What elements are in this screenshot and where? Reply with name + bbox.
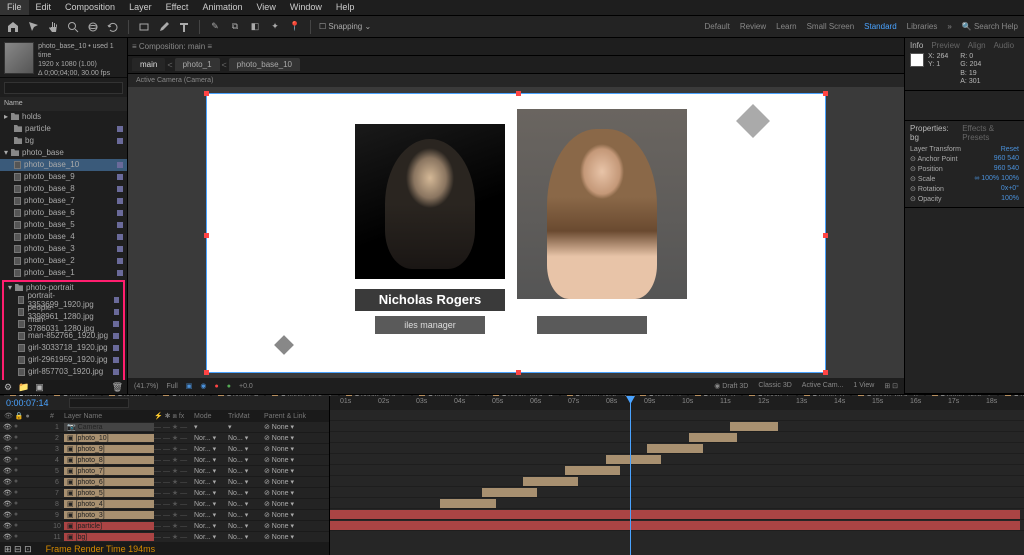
new-comp-icon[interactable]: ▣ [35, 382, 44, 393]
rect-tool-icon[interactable] [137, 20, 151, 34]
puppet-tool-icon[interactable]: 📍 [288, 20, 302, 34]
comp-tab-photobase10[interactable]: photo_base_10 [229, 58, 300, 71]
project-info: photo_base_10 • used 1 time 1920 x 1080 … [38, 42, 123, 73]
search-help[interactable]: 🔍 Search Help [962, 22, 1018, 31]
orbit-tool-icon[interactable] [86, 20, 100, 34]
workspace-learn[interactable]: Learn [776, 22, 796, 31]
camera-dropdown[interactable]: Active Cam... [802, 382, 844, 390]
eraser-tool-icon[interactable]: ◧ [248, 20, 262, 34]
rotate-tool-icon[interactable] [106, 20, 120, 34]
project-thumbnail [4, 42, 34, 74]
timeline-layer[interactable]: 👁●9▣ [photo_3]— — ★ —Nor... ▾No... ▾⊘ No… [0, 510, 329, 521]
effects-tab[interactable]: Effects & Presets [962, 124, 1019, 142]
timeline-layer[interactable]: 👁●11▣ [bg]— — ★ —Nor... ▾No... ▾⊘ None ▾ [0, 532, 329, 543]
toolbar: ✎ ⧉ ◧ ✦ 📍 ☐ Snapping ⌄ Default Review Le… [0, 16, 1024, 38]
composition-canvas[interactable]: Nicholas Rogers iles manager [206, 93, 826, 373]
project-settings-icon[interactable]: ⚙ [4, 382, 12, 393]
info-tab[interactable]: Info [910, 41, 923, 50]
photo-right[interactable] [517, 109, 687, 299]
right-panels: Info Preview Align Audio X: 264 Y: 1 R: … [904, 38, 1024, 394]
timeline-layer[interactable]: 👁●8▣ [photo_4]— — ★ —Nor... ▾No... ▾⊘ No… [0, 499, 329, 510]
timeline-layer[interactable]: 👁●2▣ [photo_10]— — ★ —Nor... ▾No... ▾⊘ N… [0, 433, 329, 444]
renderer-dropdown[interactable]: Classic 3D [758, 382, 791, 390]
workspace-standard[interactable]: Standard [864, 22, 896, 31]
composition-panel: ≡ Composition: main ≡ main < photo_1 < p… [128, 38, 904, 394]
timeline-search-input[interactable] [69, 398, 129, 408]
project-panel: photo_base_10 • used 1 time 1920 x 1080 … [0, 38, 128, 394]
comp-tab-main[interactable]: main [132, 58, 165, 71]
properties-tab[interactable]: Properties: bg [910, 124, 956, 142]
text-tool-icon[interactable] [177, 20, 191, 34]
color-swatch [910, 53, 924, 67]
workspace-small[interactable]: Small Screen [807, 22, 855, 31]
composition-viewport[interactable]: Nicholas Rogers iles manager [128, 87, 904, 378]
audio-tab[interactable]: Audio [994, 41, 1014, 50]
home-icon[interactable] [6, 20, 20, 34]
zoom-tool-icon[interactable] [66, 20, 80, 34]
hand-tool-icon[interactable] [46, 20, 60, 34]
trash-icon[interactable]: 🗑 [112, 382, 123, 393]
scale-value[interactable]: ∞ 100% 100% [974, 175, 1019, 183]
name-label: Nicholas Rogers [355, 289, 505, 311]
menu-layer[interactable]: Layer [122, 0, 159, 15]
view-dropdown[interactable]: 1 View [853, 382, 874, 390]
playhead[interactable] [630, 396, 631, 555]
timeline-layer[interactable]: 👁●1📷 Camera— — ★ — ▾ ▾⊘ None ▾ [0, 422, 329, 433]
menu-edit[interactable]: Edit [29, 0, 59, 15]
render-time-label: Frame Render Time 194ms [46, 544, 156, 554]
menu-file[interactable]: File [0, 0, 29, 15]
timeline-layer[interactable]: 👁●6▣ [photo_6]— — ★ —Nor... ▾No... ▾⊘ No… [0, 477, 329, 488]
title-label: iles manager [375, 316, 485, 334]
menu-window[interactable]: Window [283, 0, 329, 15]
selection-tool-icon[interactable] [26, 20, 40, 34]
workspace-review[interactable]: Review [740, 22, 766, 31]
timeline-layer[interactable]: 👁●5▣ [photo_7]— — ★ —Nor... ▾No... ▾⊘ No… [0, 466, 329, 477]
project-item-selected: photo_base_10 [0, 159, 127, 171]
timeline-layer[interactable]: 👁●7▣ [photo_5]— — ★ —Nor... ▾No... ▾⊘ No… [0, 488, 329, 499]
view-options-icon[interactable]: ⊞ ⊡ [884, 382, 898, 390]
clone-tool-icon[interactable]: ⧉ [228, 20, 242, 34]
resolution-dropdown[interactable]: Full [167, 383, 178, 390]
timeline-layer[interactable]: 👁●3▣ [photo_9]— — ★ —Nor... ▾No... ▾⊘ No… [0, 444, 329, 455]
opacity-value[interactable]: 100% [1001, 195, 1019, 203]
project-search-input[interactable] [4, 82, 123, 94]
workspace-libraries[interactable]: Libraries [907, 22, 938, 31]
menu-effect[interactable]: Effect [159, 0, 196, 15]
anchor-value[interactable]: 960 540 [994, 155, 1019, 163]
annotation-highlight: ▾photo-portrait portrait-3353699_1920.jp… [2, 280, 125, 381]
position-value[interactable]: 960 540 [994, 165, 1019, 173]
pen-tool-icon[interactable] [157, 20, 171, 34]
project-name-column[interactable]: Name [4, 100, 23, 107]
zoom-dropdown[interactable]: (41.7%) [134, 383, 159, 390]
rotation-value[interactable]: 0x+0° [1001, 185, 1019, 193]
draft3d-button[interactable]: ◉ Draft 3D [714, 382, 748, 390]
photo-left[interactable] [355, 124, 505, 279]
menu-bar: File Edit Composition Layer Effect Anima… [0, 0, 1024, 16]
project-list[interactable]: ▸holds particle bg ▾photo_base photo_bas… [0, 111, 127, 381]
title-label-2 [537, 316, 647, 334]
new-folder-icon[interactable]: 📁 [18, 382, 29, 393]
preview-tab[interactable]: Preview [931, 41, 959, 50]
workspace-more-icon[interactable]: » [947, 22, 951, 31]
particle-shape [736, 104, 770, 138]
menu-animation[interactable]: Animation [195, 0, 249, 15]
roto-tool-icon[interactable]: ✦ [268, 20, 282, 34]
menu-view[interactable]: View [249, 0, 282, 15]
timeline-layer[interactable]: 👁●4▣ [photo_8]— — ★ —Nor... ▾No... ▾⊘ No… [0, 455, 329, 466]
workspace-default[interactable]: Default [705, 22, 730, 31]
timeline-toggle-icon[interactable]: ⊞ ⊟ ⊡ [4, 544, 32, 555]
renderer-label: Active Camera (Camera) [128, 74, 904, 87]
particle-shape [274, 335, 294, 355]
comp-tab-photo1[interactable]: photo_1 [175, 58, 220, 71]
timeline-layer[interactable]: 👁●10▣ [particle]— — ★ —Nor... ▾No... ▾⊘ … [0, 521, 329, 532]
brush-tool-icon[interactable]: ✎ [208, 20, 222, 34]
snapping-checkbox[interactable]: ☐ Snapping ⌄ [319, 22, 371, 31]
reset-button[interactable]: Reset [1001, 146, 1019, 153]
align-tab[interactable]: Align [968, 41, 986, 50]
current-time[interactable]: 0:00:07:14 [6, 398, 49, 408]
menu-composition[interactable]: Composition [58, 0, 122, 15]
timeline-panel: ■ main■ photo_1■ photo_2■ photo_3■ photo… [0, 394, 1024, 555]
menu-help[interactable]: Help [329, 0, 362, 15]
